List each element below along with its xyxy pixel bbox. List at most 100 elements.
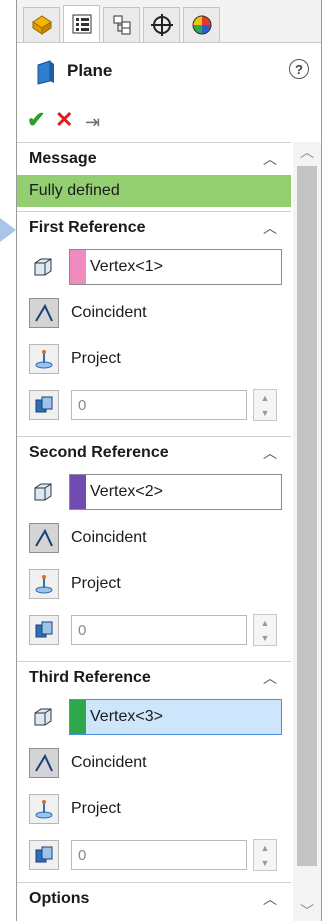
reference-entity-icon [29, 478, 57, 506]
scroll-down-icon[interactable]: ﹀ [293, 901, 321, 921]
reference-value: Vertex<3> [90, 708, 163, 725]
dimxpert-manager-icon [150, 14, 173, 36]
vertical-scrollbar[interactable]: ︿ ﹀ [293, 142, 321, 921]
status-text: Fully defined [29, 182, 120, 199]
section-title: Third Reference [29, 669, 151, 686]
second-reference-section: Second Reference ︿ Vertex<2> Coincident [17, 436, 291, 653]
section-title: Options [29, 890, 90, 907]
reference-selection-field[interactable]: Vertex<1> [69, 249, 282, 285]
chevron-up-icon[interactable]: ︿ [263, 218, 277, 238]
reference-color-swatch [70, 250, 86, 284]
instances-icon[interactable] [29, 840, 59, 870]
reference-color-swatch [70, 700, 86, 734]
page-title: Plane [67, 61, 113, 80]
spinner-down-icon[interactable]: ▼ [261, 633, 270, 643]
project-row[interactable]: Project [17, 336, 291, 382]
plane-feature-icon [37, 60, 54, 85]
coincident-row[interactable]: Coincident [17, 740, 291, 786]
property-sections: Message ︿ Fully defined First Reference … [17, 142, 291, 915]
reference-selection-field[interactable]: Vertex<2> [69, 474, 282, 510]
reference-selection-row: Vertex<2> [17, 469, 291, 515]
coincident-label: Coincident [71, 529, 147, 546]
count-row: 0 ▲ ▼ [17, 382, 291, 428]
tab-property-manager[interactable] [63, 5, 100, 42]
count-value: 0 [78, 396, 87, 414]
coincident-row[interactable]: Coincident [17, 515, 291, 561]
second-reference-header[interactable]: Second Reference ︿ [17, 437, 291, 469]
project-icon[interactable] [29, 569, 59, 599]
count-row: 0 ▲ ▼ [17, 607, 291, 653]
pointer-arrow [0, 218, 16, 242]
coincident-label: Coincident [71, 304, 147, 321]
scrollbar-thumb[interactable] [297, 166, 317, 866]
configuration-manager-icon [113, 15, 130, 35]
reference-value: Vertex<2> [90, 483, 163, 500]
coincident-icon[interactable] [29, 748, 59, 778]
coincident-icon[interactable] [29, 523, 59, 553]
first-reference-section: First Reference ︿ Vertex<1> Coincident P… [17, 211, 291, 428]
reference-selection-row: Vertex<3> [17, 694, 291, 740]
pushpin-icon[interactable]: ⇥ [85, 111, 100, 133]
spinner-up-icon[interactable]: ▲ [261, 618, 270, 628]
tab-configuration-manager[interactable] [103, 7, 140, 42]
count-spinner[interactable]: ▲ ▼ [253, 389, 277, 421]
project-icon[interactable] [29, 344, 59, 374]
reference-selection-row: Vertex<1> [17, 244, 291, 290]
message-header[interactable]: Message ︿ [17, 143, 291, 175]
project-icon[interactable] [29, 794, 59, 824]
coincident-icon[interactable] [29, 298, 59, 328]
reference-color-swatch [70, 475, 86, 509]
panel-header: Plane ? [17, 43, 321, 103]
project-row[interactable]: Project [17, 561, 291, 607]
tab-display-manager[interactable] [183, 7, 220, 42]
scroll-up-icon[interactable]: ︿ [293, 142, 321, 162]
spinner-down-icon[interactable]: ▼ [261, 408, 270, 418]
coincident-row[interactable]: Coincident [17, 290, 291, 336]
message-section: Message ︿ Fully defined [17, 142, 291, 207]
property-manager-icon [72, 14, 91, 34]
coincident-label: Coincident [71, 754, 147, 771]
count-spinner[interactable]: ▲ ▼ [253, 839, 277, 871]
cancel-x-icon[interactable]: ✕ [55, 109, 73, 131]
help-icon[interactable]: ? [289, 59, 309, 79]
chevron-up-icon[interactable]: ︿ [263, 668, 277, 688]
third-reference-section: Third Reference ︿ Vertex<3> Coincident P… [17, 661, 291, 878]
project-label: Project [71, 575, 121, 592]
instance-count-input[interactable]: 0 [71, 390, 247, 420]
options-header[interactable]: Options ︿ [17, 882, 291, 915]
status-message: Fully defined [17, 175, 291, 207]
project-label: Project [71, 800, 121, 817]
property-manager-panel: Plane ? ✔ ✕ ⇥ Message ︿ Fully defined Fi… [16, 0, 322, 921]
display-manager-icon [192, 15, 211, 35]
count-value: 0 [78, 621, 87, 639]
chevron-up-icon[interactable]: ︿ [263, 149, 277, 169]
instances-icon[interactable] [29, 615, 59, 645]
feature-manager-icon [31, 15, 52, 35]
manager-tab-bar [17, 0, 321, 43]
action-bar: ✔ ✕ ⇥ [17, 103, 321, 143]
project-label: Project [71, 350, 121, 367]
count-row: 0 ▲ ▼ [17, 832, 291, 878]
chevron-up-icon[interactable]: ︿ [263, 443, 277, 463]
spinner-down-icon[interactable]: ▼ [261, 858, 270, 868]
first-reference-header[interactable]: First Reference ︿ [17, 212, 291, 244]
spinner-up-icon[interactable]: ▲ [261, 393, 270, 403]
ok-checkmark-icon[interactable]: ✔ [27, 109, 45, 131]
tab-feature-manager[interactable] [23, 7, 60, 42]
spinner-up-icon[interactable]: ▲ [261, 843, 270, 853]
count-value: 0 [78, 846, 87, 864]
section-title: First Reference [29, 219, 146, 236]
reference-entity-icon [29, 703, 57, 731]
tab-dimxpert-manager[interactable] [143, 7, 180, 42]
chevron-up-icon[interactable]: ︿ [263, 889, 277, 909]
instances-icon[interactable] [29, 390, 59, 420]
reference-value: Vertex<1> [90, 258, 163, 275]
section-title: Second Reference [29, 444, 169, 461]
count-spinner[interactable]: ▲ ▼ [253, 614, 277, 646]
third-reference-header[interactable]: Third Reference ︿ [17, 662, 291, 694]
reference-selection-field[interactable]: Vertex<3> [69, 699, 282, 735]
instance-count-input[interactable]: 0 [71, 840, 247, 870]
section-title: Message [29, 150, 97, 167]
project-row[interactable]: Project [17, 786, 291, 832]
instance-count-input[interactable]: 0 [71, 615, 247, 645]
